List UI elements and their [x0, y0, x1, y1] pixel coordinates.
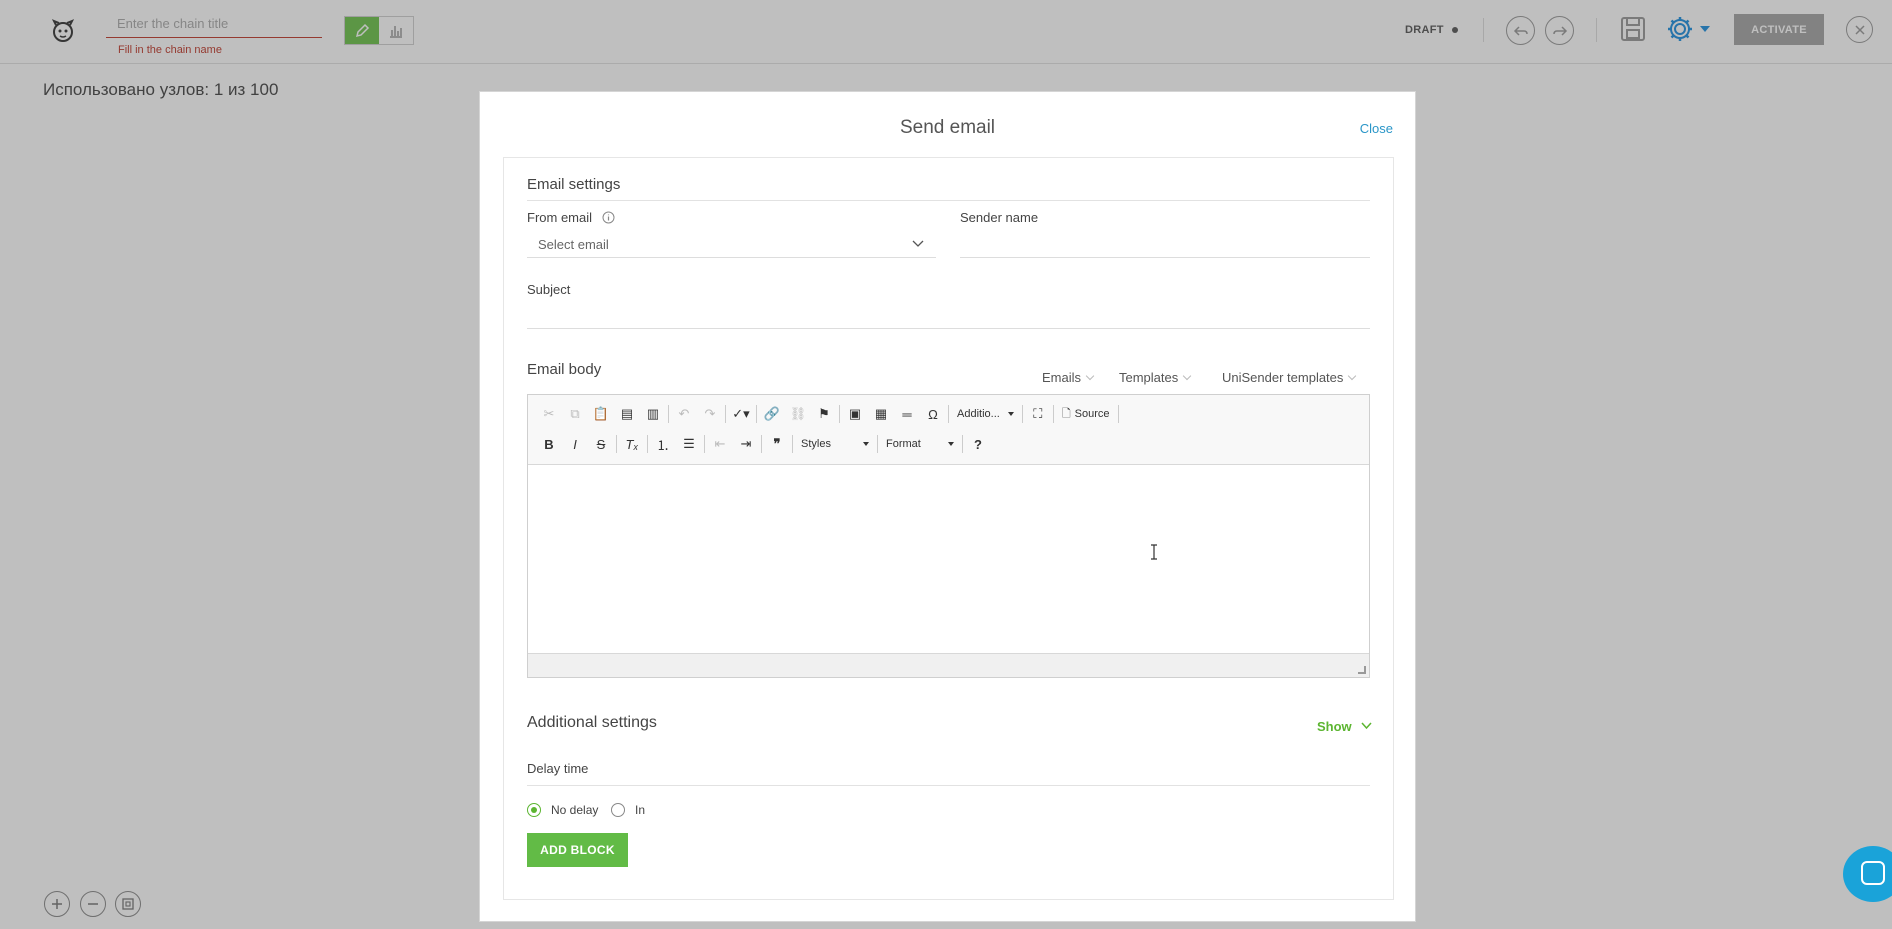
anchor-flag-icon[interactable]: ⚑	[811, 402, 837, 426]
modal-close-link[interactable]: Close	[1360, 121, 1393, 136]
cut-icon[interactable]: ✂	[536, 402, 562, 426]
sender-name-label: Sender name	[960, 210, 1039, 225]
copy-icon[interactable]: ⧉	[562, 402, 588, 426]
styles-combo[interactable]: Styles	[795, 432, 875, 456]
email-body-title: Email body	[527, 361, 602, 378]
divider	[839, 405, 840, 423]
paste-icon[interactable]: 📋	[588, 402, 614, 426]
divider	[756, 405, 757, 423]
blockquote-icon[interactable]: ❞	[764, 432, 790, 456]
remove-format-icon[interactable]: Tₓ	[619, 432, 645, 456]
divider	[647, 435, 648, 453]
divider	[1021, 405, 1023, 423]
caret-down-icon	[863, 442, 869, 446]
divider	[792, 435, 793, 453]
divider	[616, 435, 617, 453]
editor-statusbar	[528, 653, 1369, 677]
divider	[725, 405, 726, 423]
no-delay-radio[interactable]	[527, 803, 541, 817]
divider	[527, 200, 1370, 201]
settings-panel: Email settings From email Select email S…	[503, 157, 1394, 900]
divider	[877, 435, 878, 453]
spellcheck-icon[interactable]: ✓▾	[728, 402, 754, 426]
from-email-value: Select email	[538, 237, 609, 252]
divider	[1117, 405, 1119, 423]
paste-word-icon[interactable]: ▥	[640, 402, 666, 426]
outdent-icon[interactable]: ⇤	[707, 432, 733, 456]
source-button[interactable]: 🗋 Source	[1056, 402, 1116, 426]
templates-dropdown[interactable]: Templates	[1119, 370, 1190, 385]
help-icon[interactable]: ?	[965, 432, 991, 456]
info-icon[interactable]	[602, 211, 615, 224]
strikethrough-icon[interactable]: S	[588, 432, 614, 456]
show-label: Show	[1317, 719, 1352, 734]
additional-combo[interactable]: Additio...	[951, 402, 1020, 426]
additional-settings-title: Additional settings	[527, 714, 657, 731]
divider	[962, 435, 963, 453]
chevron-down-icon	[912, 240, 924, 247]
divider	[948, 405, 949, 423]
sender-name-input[interactable]	[960, 232, 1370, 258]
indent-icon[interactable]: ⇥	[733, 432, 759, 456]
format-combo[interactable]: Format	[880, 432, 960, 456]
format-combo-label: Format	[886, 438, 921, 450]
resize-handle[interactable]	[1358, 666, 1366, 674]
maximize-icon[interactable]: ⛶	[1025, 402, 1051, 426]
toolbar-row-2: B I S Tₓ ⒈ ☰ ⇤ ⇥ ❞ Styles Format ?	[536, 432, 991, 456]
from-email-label: From email	[527, 210, 615, 225]
subject-input[interactable]	[527, 303, 1370, 329]
no-delay-label[interactable]: No delay	[551, 803, 598, 817]
toolbar-row-1: ✂ ⧉ 📋 ▤ ▥ ↶ ↷ ✓▾ 🔗 ⛓ ⚑ ▣ ▦ ═ Ω Additio..…	[536, 402, 1121, 426]
source-label: Source	[1074, 408, 1110, 420]
divider	[761, 435, 762, 453]
editor-toolbar: ✂ ⧉ 📋 ▤ ▥ ↶ ↷ ✓▾ 🔗 ⛓ ⚑ ▣ ▦ ═ Ω Additio..…	[528, 395, 1369, 465]
styles-combo-label: Styles	[801, 438, 831, 450]
paste-text-icon[interactable]: ▤	[614, 402, 640, 426]
divider	[527, 785, 1370, 786]
italic-icon[interactable]: I	[562, 432, 588, 456]
rich-text-editor: ✂ ⧉ 📋 ▤ ▥ ↶ ↷ ✓▾ 🔗 ⛓ ⚑ ▣ ▦ ═ Ω Additio..…	[527, 394, 1370, 678]
delay-time-title: Delay time	[527, 761, 589, 776]
delay-in-label[interactable]: In	[635, 803, 645, 817]
text-cursor-icon	[1151, 544, 1157, 560]
bulleted-list-icon[interactable]: ☰	[676, 432, 702, 456]
modal-title: Send email	[899, 117, 996, 138]
email-settings-title: Email settings	[527, 176, 621, 193]
chevron-down-icon	[1361, 722, 1372, 730]
image-icon[interactable]: ▣	[842, 402, 868, 426]
link-icon[interactable]: 🔗	[759, 402, 785, 426]
send-email-modal: Send email Close Email settings From ema…	[479, 91, 1416, 922]
from-email-select[interactable]: Select email	[527, 232, 936, 258]
divider	[1052, 405, 1054, 423]
caret-down-icon	[948, 442, 954, 446]
show-additional-toggle[interactable]: Show	[1317, 719, 1372, 734]
delay-in-radio[interactable]	[611, 803, 625, 817]
editor-content-area[interactable]	[528, 465, 1369, 654]
source-doc-icon: 🗋	[1061, 407, 1071, 420]
divider	[704, 435, 705, 453]
horizontal-line-icon[interactable]: ═	[894, 402, 920, 426]
bold-icon[interactable]: B	[536, 432, 562, 456]
unisender-templates-dropdown[interactable]: UniSender templates	[1222, 370, 1355, 385]
emails-dropdown[interactable]: Emails	[1042, 370, 1093, 385]
add-block-button[interactable]: ADD BLOCK	[527, 833, 628, 867]
table-icon[interactable]: ▦	[868, 402, 894, 426]
subject-label: Subject	[527, 282, 571, 297]
divider	[668, 405, 669, 423]
chat-icon	[1861, 861, 1885, 885]
redo-icon[interactable]: ↷	[697, 402, 723, 426]
undo-icon[interactable]: ↶	[671, 402, 697, 426]
numbered-list-icon[interactable]: ⒈	[650, 432, 676, 456]
unlink-icon[interactable]: ⛓	[785, 402, 811, 426]
caret-down-icon	[1007, 412, 1014, 416]
special-char-icon[interactable]: Ω	[920, 402, 946, 426]
from-email-label-text: From email	[527, 210, 593, 225]
additional-combo-label: Additio...	[957, 408, 1000, 420]
